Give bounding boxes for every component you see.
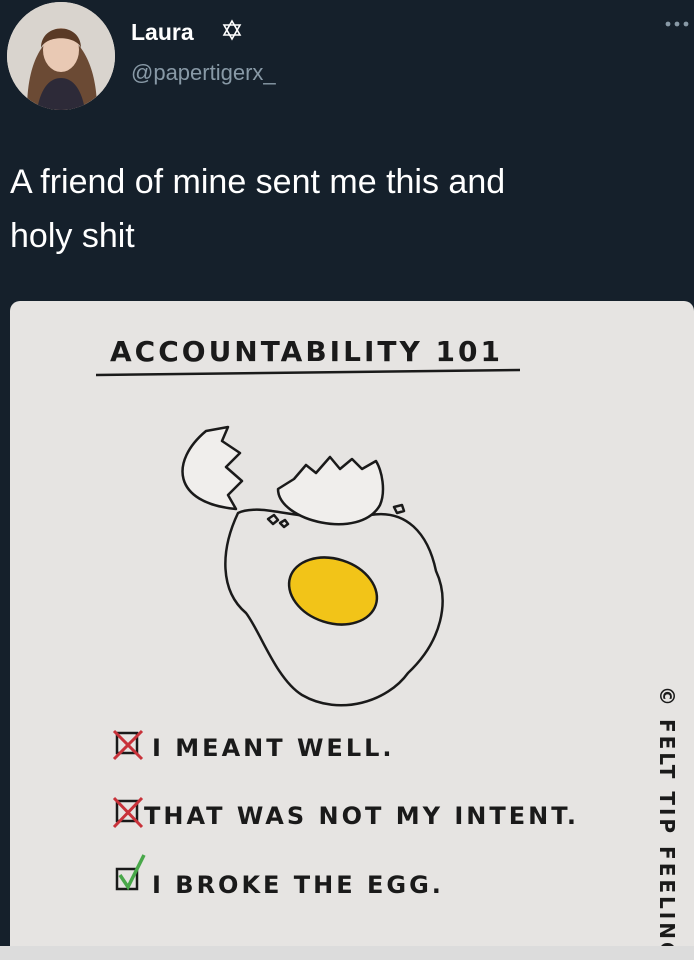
tweet-text: A friend of mine sent me this and holy s… <box>10 163 506 255</box>
author-handle[interactable]: @papertigerx_ <box>131 60 276 86</box>
tweet-image[interactable]: ACCOUNTABILITY 101 I MEANT WELL. THAT WA… <box>10 301 694 946</box>
star-of-david-icon <box>221 19 243 41</box>
checklist-item-2: THAT WAS NOT MY INTENT. <box>144 802 579 830</box>
tweet-header: Laura @papertigerx_ <box>0 0 694 120</box>
comic-credit: © FELT TIP FEELINGS <box>655 686 679 946</box>
comic-title: ACCOUNTABILITY 101 <box>110 335 503 368</box>
checklist-item-3: I BROKE THE EGG. <box>152 871 444 899</box>
author-name[interactable]: Laura <box>131 19 194 46</box>
checklist: I MEANT WELL. THAT WAS NOT MY INTENT. I … <box>112 729 579 899</box>
title-underline <box>95 368 521 377</box>
check-icon <box>118 854 146 891</box>
egg-yolk <box>287 556 379 626</box>
avatar[interactable] <box>7 2 115 110</box>
more-options-icon[interactable] <box>664 16 690 32</box>
checklist-item-1: I MEANT WELL. <box>152 734 395 762</box>
bottom-bar <box>0 946 694 960</box>
